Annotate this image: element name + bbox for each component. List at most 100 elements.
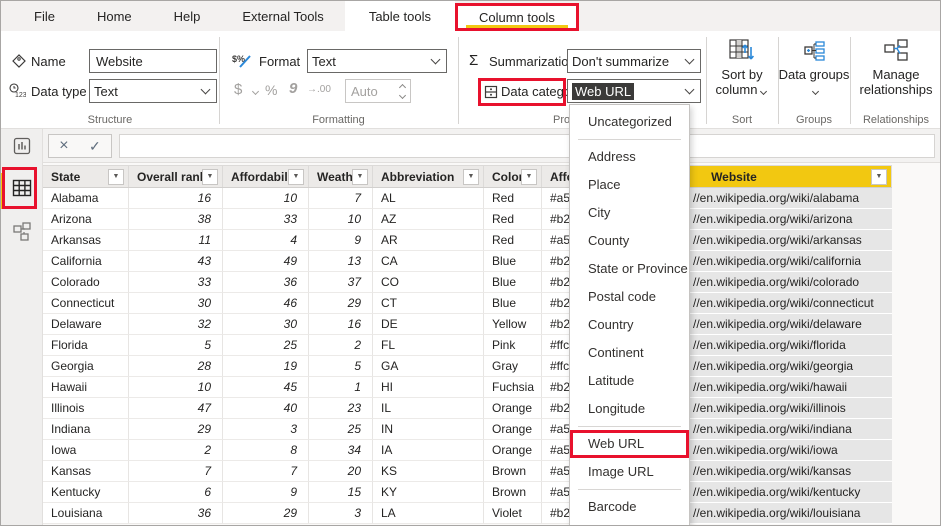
menu-item-country[interactable]: Country	[570, 311, 689, 339]
cell-weather[interactable]: 29	[309, 293, 373, 314]
cell-state[interactable]: Louisiana	[43, 503, 129, 524]
column-header-overall-rank[interactable]: Overall rank ▼	[129, 166, 223, 187]
cell-overall-rank[interactable]: 6	[129, 482, 223, 503]
cell-weather[interactable]: 1	[309, 377, 373, 398]
cell-weather[interactable]: 37	[309, 272, 373, 293]
menu-item-city[interactable]: City	[570, 199, 689, 227]
cell-affordability[interactable]: 7	[223, 461, 309, 482]
cell-overall-rank[interactable]: 10	[129, 377, 223, 398]
cell-abbreviation[interactable]: LA	[373, 503, 484, 524]
cell-weather[interactable]: 25	[309, 419, 373, 440]
menu-item-address[interactable]: Address	[570, 143, 689, 171]
cell-affordability[interactable]: 3	[223, 419, 309, 440]
cell-affordability[interactable]: 9	[223, 482, 309, 503]
model-view-icon[interactable]	[11, 221, 33, 243]
cell-overall-rank[interactable]: 7	[129, 461, 223, 482]
column-header-color[interactable]: Color ▼	[484, 166, 542, 187]
cell-overall-rank[interactable]: 36	[129, 503, 223, 524]
cell-color[interactable]: Pink	[484, 335, 542, 356]
cell-abbreviation[interactable]: IN	[373, 419, 484, 440]
cell-state[interactable]: Kentucky	[43, 482, 129, 503]
cell-state[interactable]: Georgia	[43, 356, 129, 377]
cell-overall-rank[interactable]: 16	[129, 188, 223, 209]
cell-state[interactable]: California	[43, 251, 129, 272]
cell-color[interactable]: Gray	[484, 356, 542, 377]
cell-abbreviation[interactable]: AR	[373, 230, 484, 251]
cell-color[interactable]: Orange	[484, 440, 542, 461]
cell-color[interactable]: Red	[484, 230, 542, 251]
cell-color[interactable]: Blue	[484, 272, 542, 293]
menu-tab-file[interactable]: File	[13, 1, 76, 31]
cell-abbreviation[interactable]: HI	[373, 377, 484, 398]
cell-state[interactable]: Arizona	[43, 209, 129, 230]
manage-relationships-button[interactable]: Manage relationships	[854, 39, 938, 97]
cell-abbreviation[interactable]: KY	[373, 482, 484, 503]
decimal-auto-spinner[interactable]: Auto	[345, 79, 411, 103]
cell-overall-rank[interactable]: 43	[129, 251, 223, 272]
menu-item-state-or-province[interactable]: State or Province	[570, 255, 689, 283]
menu-item-barcode[interactable]: Barcode	[570, 493, 689, 521]
cell-state[interactable]: Iowa	[43, 440, 129, 461]
formula-input[interactable]	[119, 134, 935, 158]
format-select[interactable]: Text	[307, 49, 447, 73]
cell-weather[interactable]: 23	[309, 398, 373, 419]
column-header-state[interactable]: State ▼	[43, 166, 129, 187]
decimal-places-icon[interactable]: →.00	[307, 84, 331, 95]
cell-abbreviation[interactable]: CO	[373, 272, 484, 293]
thousands-separator-icon[interactable]: 9	[289, 80, 297, 97]
cell-color[interactable]: Fuchsia	[484, 377, 542, 398]
cell-affordability[interactable]: 49	[223, 251, 309, 272]
data-category-select[interactable]: Web URL	[567, 79, 701, 103]
column-header-abbreviation[interactable]: Abbreviation ▼	[373, 166, 484, 187]
menu-tab-column-tools[interactable]: Column tools	[457, 6, 576, 28]
cell-affordability[interactable]: 45	[223, 377, 309, 398]
cell-color[interactable]: Orange	[484, 419, 542, 440]
cell-overall-rank[interactable]: 33	[129, 272, 223, 293]
cell-color[interactable]: Blue	[484, 293, 542, 314]
cell-overall-rank[interactable]: 2	[129, 440, 223, 461]
sort-by-column-button[interactable]: Sort by column	[706, 39, 778, 97]
cell-abbreviation[interactable]: FL	[373, 335, 484, 356]
cell-abbreviation[interactable]: GA	[373, 356, 484, 377]
cell-weather[interactable]: 3	[309, 503, 373, 524]
cell-abbreviation[interactable]: DE	[373, 314, 484, 335]
cell-overall-rank[interactable]: 5	[129, 335, 223, 356]
summarization-select[interactable]: Don't summarize	[567, 49, 701, 73]
column-filter-button[interactable]: ▼	[463, 168, 479, 185]
cell-overall-rank[interactable]: 11	[129, 230, 223, 251]
cell-affordability[interactable]: 4	[223, 230, 309, 251]
cell-weather[interactable]: 7	[309, 188, 373, 209]
menu-item-uncategorized[interactable]: Uncategorized	[570, 108, 689, 136]
cell-affordability[interactable]: 36	[223, 272, 309, 293]
cell-color[interactable]: Blue	[484, 251, 542, 272]
menu-item-postal-code[interactable]: Postal code	[570, 283, 689, 311]
cell-color[interactable]: Yellow	[484, 314, 542, 335]
cell-affordability[interactable]: 8	[223, 440, 309, 461]
cell-weather[interactable]: 34	[309, 440, 373, 461]
cell-color[interactable]: Orange	[484, 398, 542, 419]
column-name-input[interactable]	[89, 49, 217, 73]
cell-overall-rank[interactable]: 28	[129, 356, 223, 377]
menu-item-image-url[interactable]: Image URL	[570, 458, 689, 486]
cell-overall-rank[interactable]: 38	[129, 209, 223, 230]
column-filter-button[interactable]: ▼	[108, 168, 124, 185]
cell-state[interactable]: Kansas	[43, 461, 129, 482]
cell-overall-rank[interactable]: 29	[129, 419, 223, 440]
cell-affordability[interactable]: 30	[223, 314, 309, 335]
cell-abbreviation[interactable]: IL	[373, 398, 484, 419]
commit-icon[interactable]: ✓	[89, 139, 101, 153]
cell-color[interactable]: Brown	[484, 461, 542, 482]
menu-item-web-url[interactable]: Web URL	[570, 430, 689, 458]
cell-overall-rank[interactable]: 32	[129, 314, 223, 335]
cell-affordability[interactable]: 10	[223, 188, 309, 209]
column-filter-button[interactable]: ▼	[352, 168, 368, 185]
menu-item-latitude[interactable]: Latitude	[570, 367, 689, 395]
cell-state[interactable]: Hawaii	[43, 377, 129, 398]
currency-format-icon[interactable]: $	[234, 81, 242, 98]
cell-weather[interactable]: 16	[309, 314, 373, 335]
cell-weather[interactable]: 13	[309, 251, 373, 272]
cell-abbreviation[interactable]: AZ	[373, 209, 484, 230]
cell-abbreviation[interactable]: CA	[373, 251, 484, 272]
cell-affordability[interactable]: 33	[223, 209, 309, 230]
spinner-arrows-icon[interactable]	[398, 83, 407, 99]
